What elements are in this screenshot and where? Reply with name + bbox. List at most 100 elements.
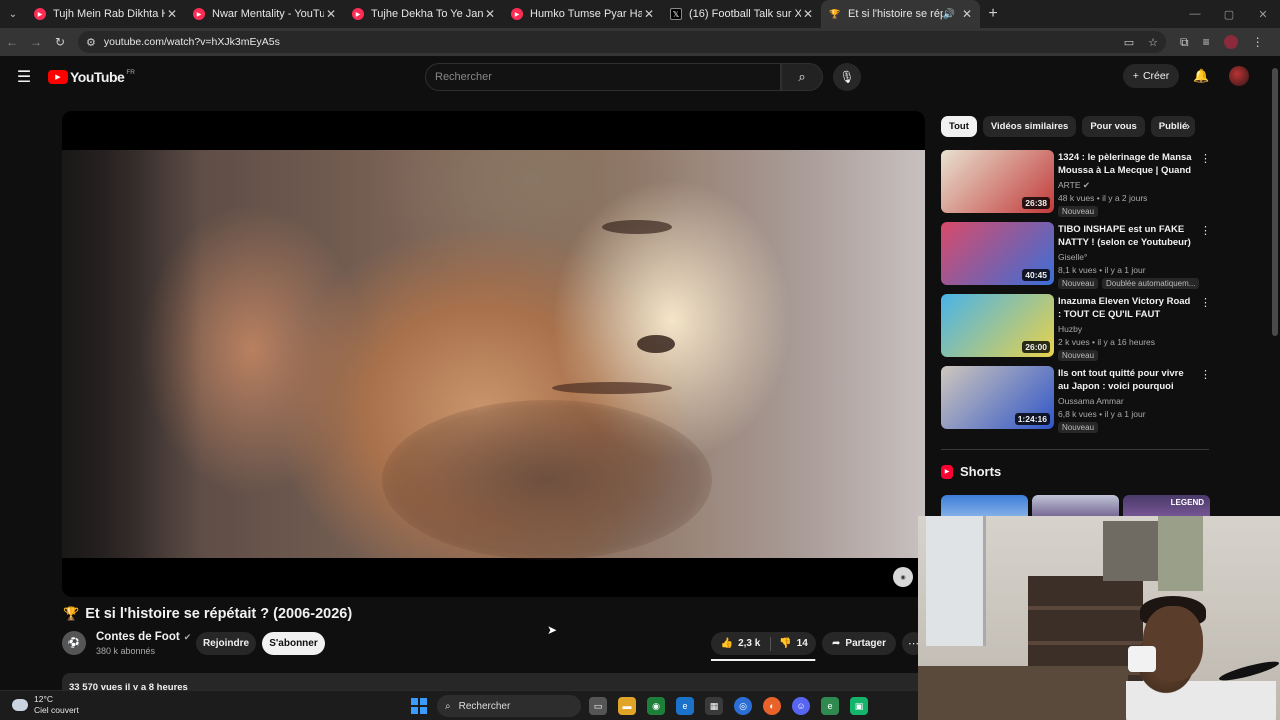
guide-menu-icon[interactable]: ☰ bbox=[0, 67, 48, 87]
tab-title: Nwar Mentality - YouTube bbox=[212, 8, 324, 20]
recommendation-item[interactable]: 1:24:16 Ils ont tout quitté pour vivre au… bbox=[941, 366, 1211, 438]
minimize-icon[interactable]: — bbox=[1178, 0, 1212, 28]
recommendation-channel[interactable]: ARTE ✔ bbox=[1058, 180, 1090, 191]
scrollbar-thumb[interactable] bbox=[1272, 68, 1278, 336]
browser-tab[interactable]: ▶ Humko Tumse Pyar Hai (2006)✕ bbox=[503, 0, 662, 28]
browser-tab[interactable]: 🏆 Et si l'histoire se répétait🔊 ✕ bbox=[821, 0, 980, 28]
kebab-menu-icon[interactable]: ⋮ bbox=[1200, 224, 1211, 237]
like-ratio-bar bbox=[711, 659, 816, 661]
kebab-menu-icon[interactable]: ⋮ bbox=[1200, 296, 1211, 309]
tab-audio-icon[interactable]: 🔊 bbox=[943, 9, 955, 20]
filter-chip[interactable]: Tout bbox=[941, 116, 977, 137]
site-info-icon[interactable]: ⚙ bbox=[86, 36, 96, 49]
back-icon[interactable]: ← bbox=[0, 35, 24, 49]
recommendation-channel[interactable]: Giselle° bbox=[1058, 252, 1087, 262]
youtube-favicon-icon: ▶ bbox=[352, 8, 364, 20]
tab-close-icon[interactable]: ✕ bbox=[165, 7, 179, 21]
new-tab-button[interactable]: + bbox=[980, 5, 1006, 23]
maximize-icon[interactable]: ▢ bbox=[1212, 0, 1246, 28]
video-thumbnail[interactable]: 1:24:16 bbox=[941, 366, 1054, 429]
channel-name[interactable]: Contes de Foot ✔ bbox=[96, 631, 191, 643]
browser-menu-icon[interactable]: ⋮ bbox=[1252, 35, 1264, 49]
windows-start-icon[interactable] bbox=[411, 698, 427, 714]
edge-icon[interactable]: e bbox=[676, 697, 694, 715]
status-badge: Nouveau bbox=[1058, 278, 1099, 289]
xbox-icon[interactable]: ◉ bbox=[647, 697, 665, 715]
recommendation-title[interactable]: Ils ont tout quitté pour vivre au Japon … bbox=[1058, 367, 1193, 393]
recommendation-item[interactable]: 26:38 1324 : le pèlerinage de Mansa Mouss… bbox=[941, 150, 1211, 222]
weather-widget[interactable]: 12°C Ciel couvert bbox=[12, 694, 79, 716]
frame-nose bbox=[637, 335, 675, 353]
like-button[interactable]: 👍 2,3 k bbox=[711, 636, 771, 651]
tab-close-icon[interactable]: ✕ bbox=[483, 7, 497, 21]
video-player[interactable]: ◉ bbox=[62, 111, 925, 597]
chrome-icon[interactable]: ◎ bbox=[734, 697, 752, 715]
edge-dev-icon[interactable]: e bbox=[821, 697, 839, 715]
browser-tab[interactable]: ▶ Nwar Mentality - YouTube✕ bbox=[185, 0, 344, 28]
search-button[interactable]: ⌕ bbox=[781, 63, 823, 91]
dislike-count: 14 bbox=[796, 638, 808, 649]
kebab-menu-icon[interactable]: ⋮ bbox=[1200, 152, 1211, 165]
search-input[interactable]: Rechercher bbox=[425, 63, 781, 91]
extensions-icon[interactable]: ⧉ bbox=[1180, 35, 1189, 50]
recommendation-channel[interactable]: Huzby bbox=[1058, 324, 1082, 334]
status-badge: Doublée automatiquem... bbox=[1102, 278, 1200, 289]
android-app-icon[interactable]: ▣ bbox=[850, 697, 868, 715]
recommendation-item[interactable]: 26:00 Inazuma Eleven Victory Road : TOUT … bbox=[941, 294, 1211, 366]
video-thumbnail[interactable]: 40:45 bbox=[941, 222, 1054, 285]
browser-tab[interactable]: 𝕏 (16) Football Talk sur X : "Lamin✕ bbox=[662, 0, 821, 28]
forward-icon[interactable]: → bbox=[24, 35, 48, 49]
status-badge: Nouveau bbox=[1058, 422, 1099, 433]
create-label: Créer bbox=[1142, 70, 1170, 82]
pinned-apps: ▭ ▬ ◉ e ▦ ◎ ◐ ☺ e ▣ bbox=[589, 697, 868, 715]
profile-avatar[interactable] bbox=[1223, 35, 1238, 49]
file-explorer-icon[interactable]: ▬ bbox=[618, 697, 636, 715]
filter-chips: Tout Vidéos similaires Pour vous Publié bbox=[941, 116, 1196, 137]
filter-chip[interactable]: Pour vous bbox=[1082, 116, 1145, 137]
recommendation-title[interactable]: TIBO INSHAPE est un FAKE NATTY ! (selon … bbox=[1058, 223, 1193, 249]
x-favicon-icon: 𝕏 bbox=[670, 8, 682, 20]
store-icon[interactable]: ▦ bbox=[705, 697, 723, 715]
recommendation-title[interactable]: Inazuma Eleven Victory Road : TOUT CE QU… bbox=[1058, 295, 1193, 322]
browser-tab[interactable]: ▶ Tujh Mein Rab Dikhta Hai Song✕ bbox=[26, 0, 185, 28]
recommendation-item[interactable]: 40:45 TIBO INSHAPE est un FAKE NATTY ! (s… bbox=[941, 222, 1211, 294]
chevron-right-icon[interactable]: › bbox=[1186, 119, 1190, 133]
close-window-icon[interactable]: ✕ bbox=[1246, 0, 1280, 28]
youtube-logo[interactable]: ▶ YouTube FR bbox=[48, 69, 135, 85]
webcam-overlay bbox=[918, 516, 1280, 720]
task-view-icon[interactable]: ▭ bbox=[589, 697, 607, 715]
recommendation-title[interactable]: 1324 : le pèlerinage de Mansa Moussa à L… bbox=[1058, 151, 1193, 178]
tab-close-icon[interactable]: ✕ bbox=[324, 7, 338, 21]
notifications-bell-icon[interactable]: 🔔 bbox=[1193, 68, 1209, 84]
video-thumbnail[interactable]: 26:00 bbox=[941, 294, 1054, 357]
create-button[interactable]: + Créer bbox=[1123, 64, 1179, 88]
discord-icon[interactable]: ☺ bbox=[792, 697, 810, 715]
join-button[interactable]: Rejoindre bbox=[196, 632, 256, 655]
url-field[interactable]: ⚙ youtube.com/watch?v=hXJk3mEyA5s ▭ ☆ bbox=[78, 31, 1166, 53]
browser-tab[interactable]: ▶ Tujhe Dekha To Ye Jana sanam✕ bbox=[344, 0, 503, 28]
tab-close-icon[interactable]: ✕ bbox=[960, 7, 974, 21]
dislike-button[interactable]: 👎 14 bbox=[771, 638, 816, 649]
channel-watermark-icon[interactable]: ◉ bbox=[893, 567, 913, 587]
video-frame bbox=[62, 150, 925, 560]
reload-icon[interactable]: ↻ bbox=[48, 35, 72, 49]
tab-close-icon[interactable]: ✕ bbox=[801, 7, 815, 21]
taskbar-search[interactable]: ⌕ Rechercher bbox=[437, 695, 581, 717]
share-button[interactable]: ➦ Partager bbox=[822, 632, 896, 655]
video-thumbnail[interactable]: 26:38 bbox=[941, 150, 1054, 213]
firefox-icon[interactable]: ◐ bbox=[763, 697, 781, 715]
bookmark-star-icon[interactable]: ☆ bbox=[1148, 36, 1158, 49]
subscribe-button[interactable]: S'abonner bbox=[262, 632, 325, 655]
kebab-menu-icon[interactable]: ⋮ bbox=[1200, 368, 1211, 381]
media-controls-icon[interactable]: ≡ bbox=[1203, 35, 1210, 49]
tab-search-chevron-icon[interactable]: ⌄ bbox=[0, 0, 26, 28]
recommendation-channel[interactable]: Oussama Ammar bbox=[1058, 396, 1124, 406]
voice-search-button[interactable]: 🎙 bbox=[833, 63, 861, 91]
tab-close-icon[interactable]: ✕ bbox=[642, 7, 656, 21]
cast-icon[interactable]: ▭ bbox=[1124, 36, 1134, 49]
channel-avatar[interactable]: ⚽ bbox=[62, 631, 86, 655]
taskbar-search-label: Rechercher bbox=[458, 700, 511, 712]
account-avatar[interactable] bbox=[1229, 66, 1249, 86]
shorts-heading: ▶ Shorts bbox=[941, 464, 1001, 479]
filter-chip[interactable]: Vidéos similaires bbox=[982, 116, 1077, 137]
